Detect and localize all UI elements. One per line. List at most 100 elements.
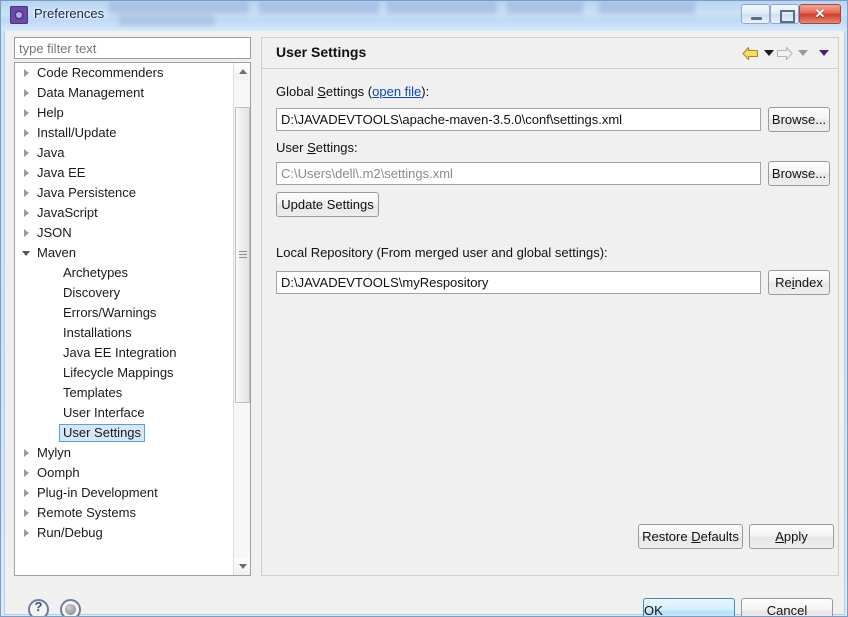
- expand-arrow-right-icon[interactable]: [24, 229, 29, 237]
- tree-item-run-debug[interactable]: Run/Debug: [15, 523, 234, 543]
- desktop-blur-artifact: [507, 1, 583, 14]
- preferences-tree[interactable]: Code Recommenders Data Management Help Inst…: [14, 62, 251, 576]
- close-button[interactable]: ✕: [799, 4, 841, 24]
- tree-item-java-ee[interactable]: Java EE: [15, 163, 234, 183]
- expand-arrow-right-icon[interactable]: [24, 169, 29, 177]
- tree-item-java-ee-integration[interactable]: Java EE Integration: [15, 343, 234, 363]
- tree-item-code-recommenders[interactable]: Code Recommenders: [15, 63, 234, 83]
- desktop-blur-artifact: [599, 1, 695, 14]
- tree-item-user-settings[interactable]: User Settings: [15, 423, 234, 443]
- tree-item-java-persistence[interactable]: Java Persistence: [15, 183, 234, 203]
- expand-arrow-right-icon[interactable]: [24, 449, 29, 457]
- tree-item-label: Data Management: [37, 85, 144, 100]
- filter-input[interactable]: [14, 37, 251, 59]
- tree-item-label: Maven: [37, 245, 77, 260]
- tree-item-oomph[interactable]: Oomph: [15, 463, 234, 483]
- tree-item-label: Java Persistence: [37, 185, 136, 200]
- tree-item-maven[interactable]: Maven: [15, 243, 234, 263]
- tree-item-errors-warnings[interactable]: Errors/Warnings: [15, 303, 234, 323]
- tree-item-installations[interactable]: Installations: [15, 323, 234, 343]
- apply-button[interactable]: Apply: [749, 524, 834, 549]
- preferences-window: Preferences ✕ Code Recommenders Data Mana…: [0, 0, 848, 617]
- desktop-blur-artifact: [259, 1, 379, 14]
- expand-arrow-right-icon[interactable]: [24, 509, 29, 517]
- tree-item-label: Code Recommenders: [37, 65, 164, 80]
- tree-item-plug-in-development[interactable]: Plug-in Development: [15, 483, 234, 503]
- tree-item-lifecycle-mappings[interactable]: Lifecycle Mappings: [15, 363, 234, 383]
- expand-arrow-right-icon[interactable]: [24, 489, 29, 497]
- user-settings-input[interactable]: [276, 162, 761, 185]
- expand-arrow-down-icon[interactable]: [22, 251, 30, 256]
- restore-defaults-button[interactable]: Restore Defaults: [638, 524, 743, 549]
- tree-item-label: Oomph: [37, 465, 80, 480]
- desktop-blur-artifact: [387, 1, 497, 14]
- maximize-button[interactable]: [770, 4, 799, 24]
- tree-item-data-management[interactable]: Data Management: [15, 83, 234, 103]
- tree-item-label: JavaScript: [37, 205, 98, 220]
- page-title: User Settings: [276, 44, 367, 60]
- update-settings-button[interactable]: Update Settings: [276, 192, 379, 217]
- tree-item-install-update[interactable]: Install/Update: [15, 123, 234, 143]
- record-preferences-icon[interactable]: [60, 599, 81, 616]
- tree-item-java[interactable]: Java: [15, 143, 234, 163]
- back-history-chevron-down-icon[interactable]: [764, 50, 774, 56]
- tree-item-mylyn[interactable]: Mylyn: [15, 443, 234, 463]
- desktop-blur-artifact: [119, 15, 215, 26]
- title-bar: Preferences ✕: [1, 1, 847, 31]
- tree-scrollbar[interactable]: [233, 63, 250, 575]
- expand-arrow-right-icon[interactable]: [24, 469, 29, 477]
- tree-item-label: Java: [37, 145, 65, 160]
- expand-arrow-right-icon[interactable]: [24, 109, 29, 117]
- tree-item-label: Help: [37, 105, 64, 120]
- reindex-button[interactable]: Reindex: [768, 270, 830, 295]
- desktop-blur-artifact: [109, 1, 249, 14]
- user-settings-browse-button[interactable]: Browse...: [768, 161, 830, 186]
- expand-arrow-right-icon[interactable]: [24, 89, 29, 97]
- back-arrow-icon[interactable]: [742, 46, 759, 61]
- tree-item-label: Run/Debug: [37, 525, 103, 540]
- view-menu-chevron-down-icon[interactable]: [819, 50, 829, 56]
- open-file-link[interactable]: open file: [372, 84, 421, 99]
- expand-arrow-right-icon[interactable]: [24, 209, 29, 217]
- expand-arrow-right-icon[interactable]: [24, 149, 29, 157]
- tree-item-help[interactable]: Help: [15, 103, 234, 123]
- local-repository-input[interactable]: [276, 271, 761, 294]
- expand-arrow-right-icon[interactable]: [24, 189, 29, 197]
- scroll-down-arrow[interactable]: [234, 558, 250, 575]
- tree-item-label: Remote Systems: [37, 505, 136, 520]
- local-repository-label: Local Repository (From merged user and g…: [276, 245, 608, 260]
- tree-item-json[interactable]: JSON: [15, 223, 234, 243]
- tree-item-javascript[interactable]: JavaScript: [15, 203, 234, 223]
- expand-arrow-right-icon[interactable]: [24, 69, 29, 77]
- help-icon[interactable]: ?: [28, 599, 49, 616]
- tree-item-templates[interactable]: Templates: [15, 383, 234, 403]
- tree-item-label: Install/Update: [37, 125, 117, 140]
- global-settings-input[interactable]: [276, 108, 761, 131]
- global-settings-browse-button[interactable]: Browse...: [768, 107, 830, 132]
- minimize-button[interactable]: [741, 4, 770, 24]
- expand-arrow-right-icon[interactable]: [24, 529, 29, 537]
- preferences-gear-icon: [10, 6, 28, 24]
- cancel-button[interactable]: Cancel: [741, 598, 833, 616]
- ok-button[interactable]: OK: [643, 598, 735, 616]
- forward-arrow-icon: [776, 46, 793, 61]
- tree-item-remote-systems[interactable]: Remote Systems: [15, 503, 234, 523]
- tree-item-label: Java EE Integration: [63, 345, 177, 360]
- forward-history-chevron-down-icon: [798, 50, 808, 56]
- user-settings-label: User Settings:: [276, 140, 358, 155]
- tree-item-label: Discovery: [63, 285, 121, 300]
- tree-item-archetypes[interactable]: Archetypes: [15, 263, 234, 283]
- tree-item-user-interface[interactable]: User Interface: [15, 403, 234, 423]
- scroll-up-arrow[interactable]: [234, 63, 250, 80]
- tree-item-discovery[interactable]: Discovery: [15, 283, 234, 303]
- expand-arrow-right-icon[interactable]: [24, 129, 29, 137]
- window-title: Preferences: [34, 6, 105, 21]
- settings-panel: User Settings Global Settings (open file…: [261, 37, 839, 576]
- tree-item-label: User Interface: [63, 405, 145, 420]
- tree-item-label: Plug-in Development: [37, 485, 158, 500]
- scrollbar-thumb[interactable]: [235, 107, 250, 403]
- tree-item-label: User Settings: [59, 424, 146, 442]
- tree-item-label: JSON: [37, 225, 72, 240]
- global-settings-label: Global Settings (open file):: [276, 84, 430, 99]
- panel-body: Global Settings (open file): Browse... U…: [262, 70, 838, 575]
